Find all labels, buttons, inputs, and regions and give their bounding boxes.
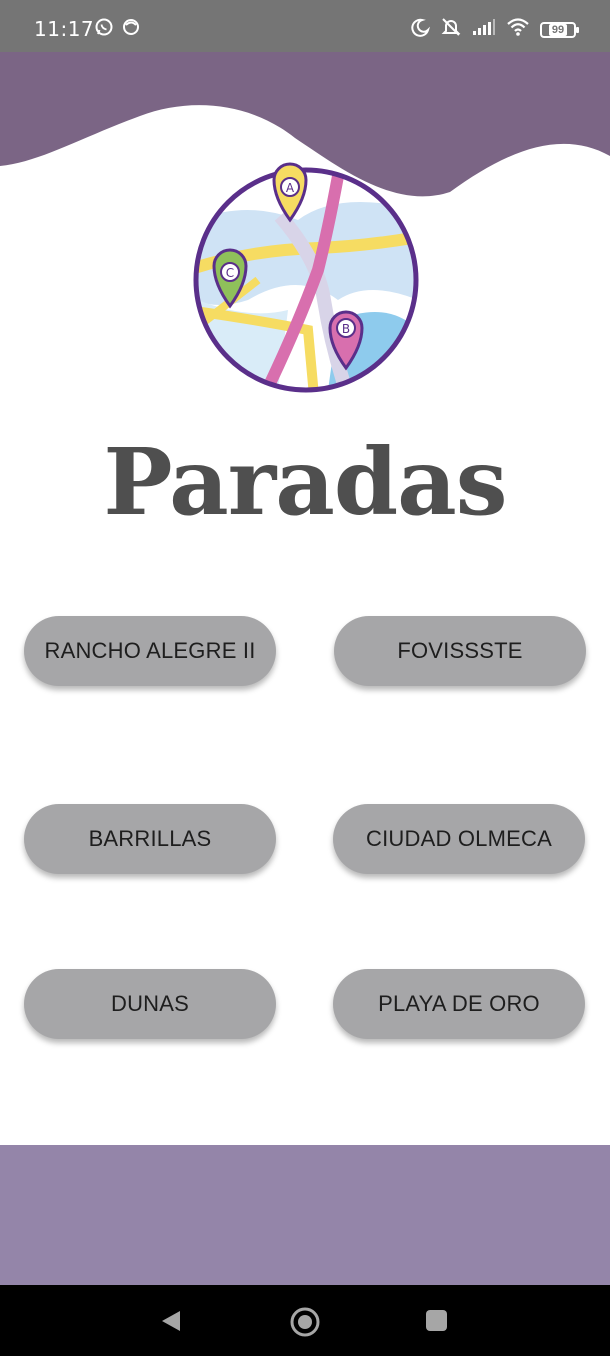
recents-icon[interactable] — [426, 1310, 447, 1331]
stop-button-fovissste[interactable]: FOVISSSTE — [334, 616, 586, 686]
mute-icon — [440, 16, 462, 43]
stop-button-ciudad-olmeca[interactable]: CIUDAD OLMECA — [333, 804, 585, 874]
page-title: Paradas — [103, 428, 507, 536]
home-icon[interactable] — [289, 1306, 321, 1343]
stop-button-playa-de-oro[interactable]: PLAYA DE ORO — [333, 969, 585, 1039]
signal-icon — [472, 18, 496, 41]
notification-icon — [122, 17, 140, 42]
svg-text:C: C — [226, 266, 234, 280]
stop-button-rancho-alegre-ii[interactable]: RANCHO ALEGRE II — [24, 616, 276, 686]
svg-text:B: B — [342, 322, 350, 336]
wifi-icon — [506, 17, 530, 42]
navigation-bar — [0, 1285, 610, 1356]
moon-icon — [410, 17, 431, 42]
footer-band — [0, 1145, 610, 1285]
back-icon[interactable] — [160, 1309, 182, 1338]
status-bar: 11:17 99 — [0, 0, 610, 52]
battery-level: 99 — [548, 23, 568, 36]
svg-text:A: A — [286, 181, 295, 195]
stop-button-dunas[interactable]: DUNAS — [24, 969, 276, 1039]
stop-button-barrillas[interactable]: BARRILLAS — [24, 804, 276, 874]
battery-icon: 99 — [540, 21, 579, 38]
map-logo: A B C — [188, 160, 424, 396]
status-time: 11:17 — [34, 17, 95, 41]
whatsapp-icon — [94, 17, 114, 42]
